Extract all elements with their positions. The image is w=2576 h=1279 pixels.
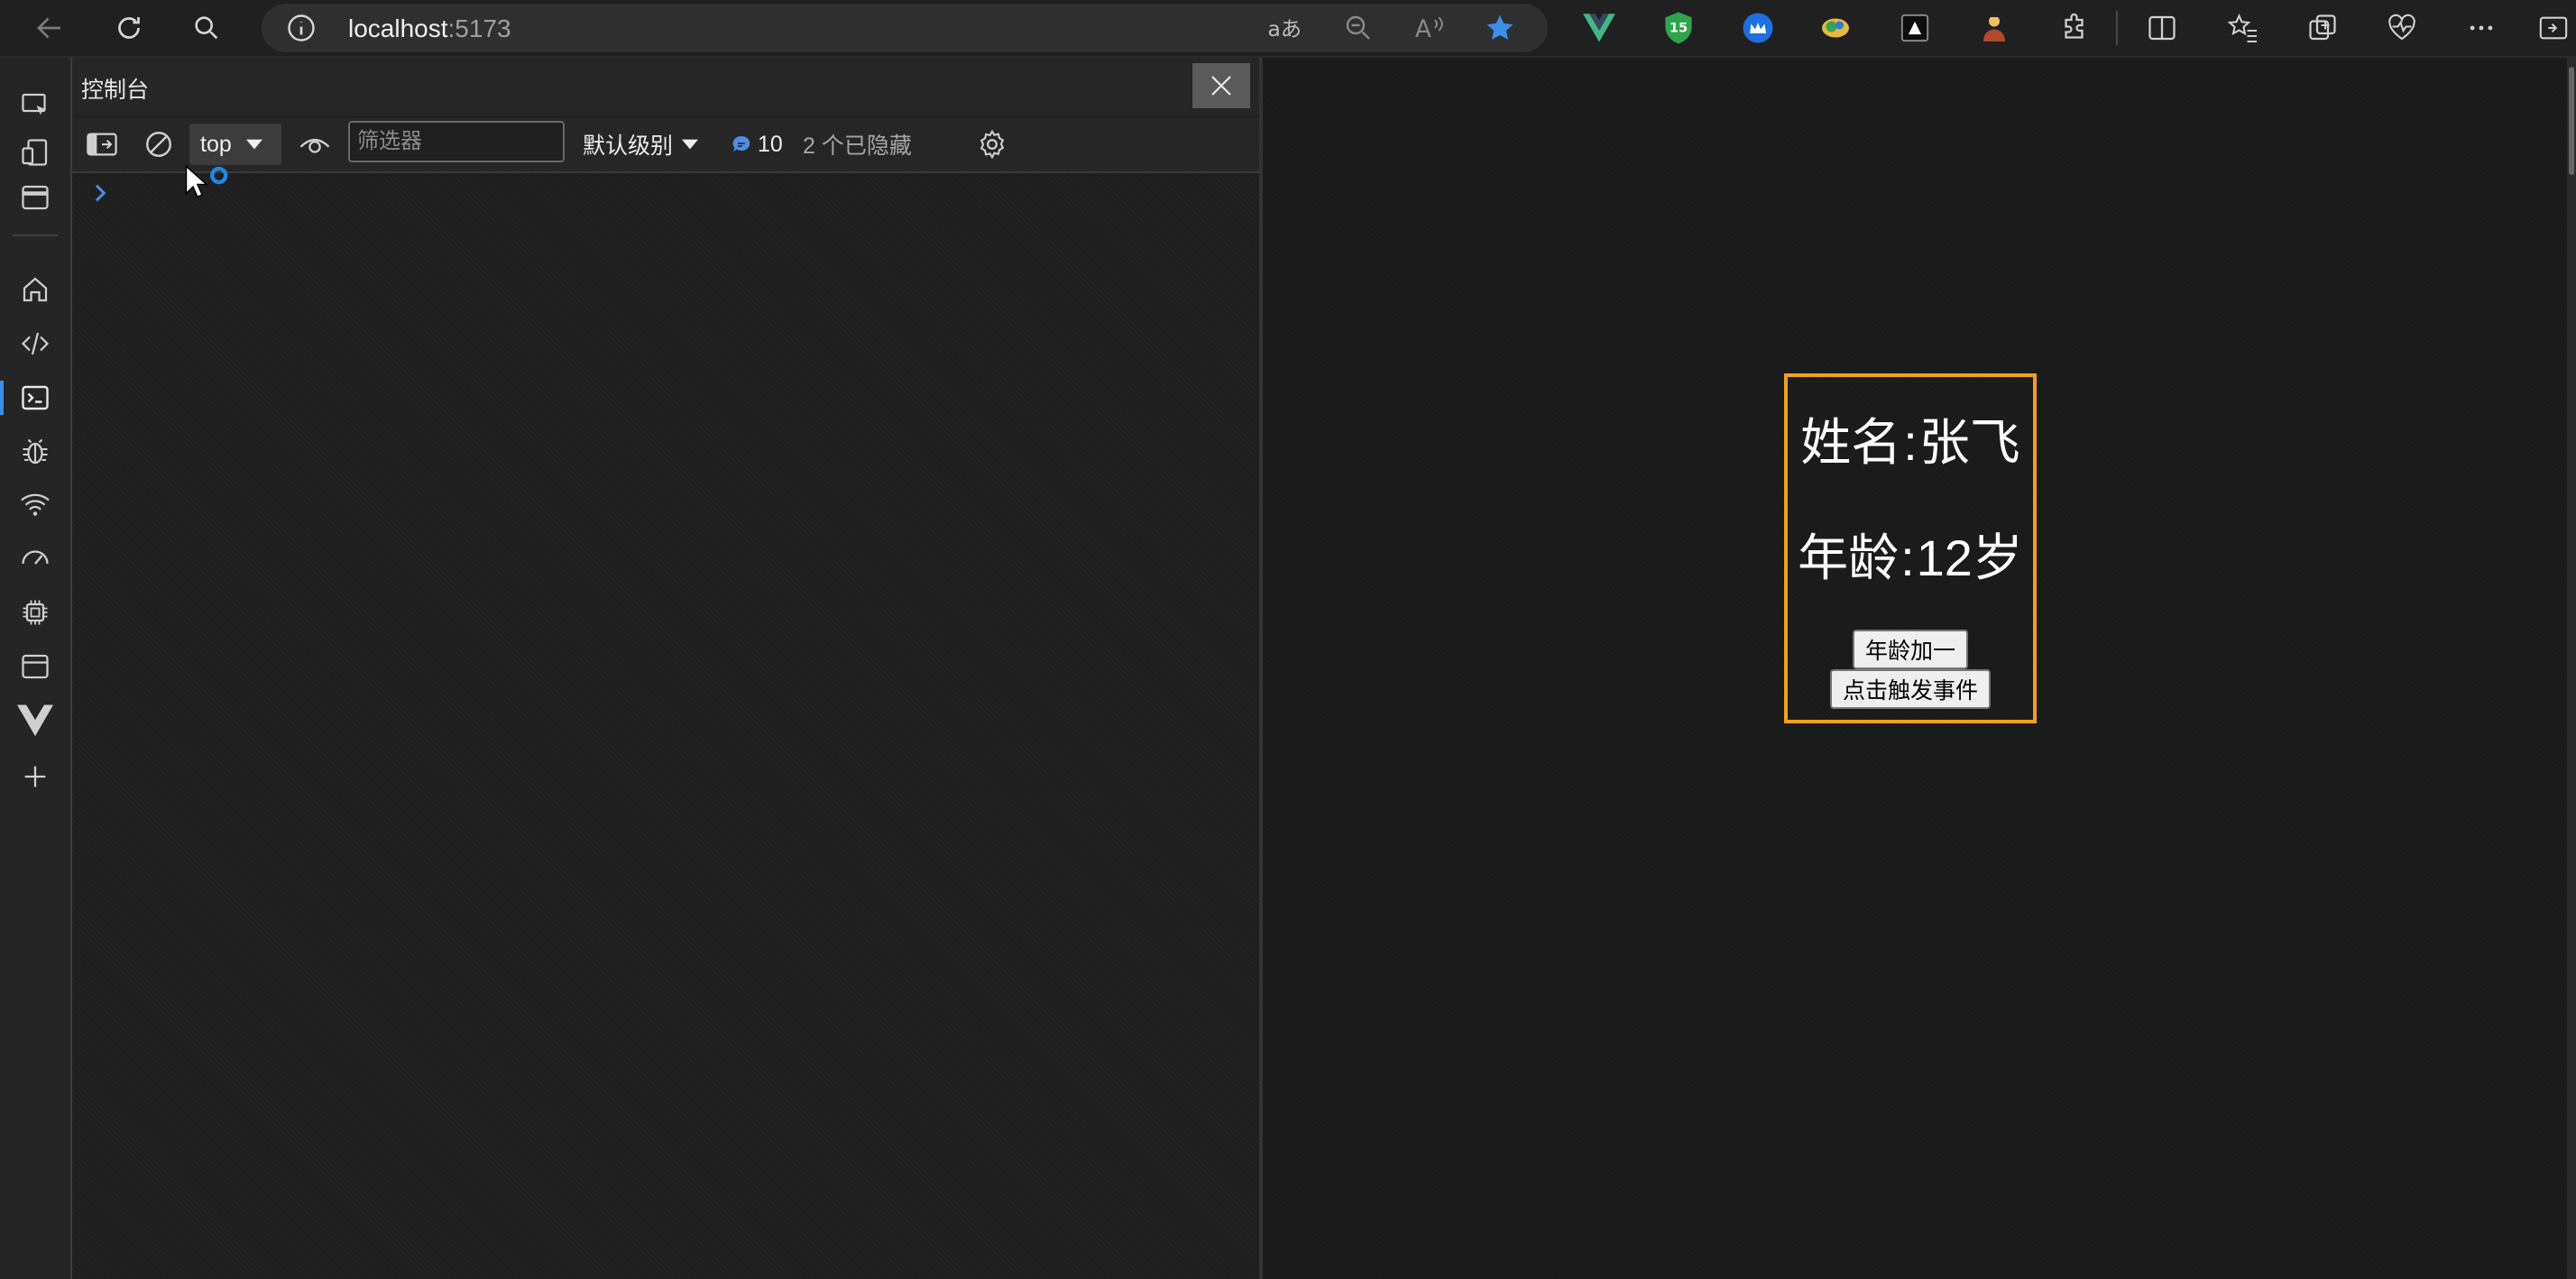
close-panel-button[interactable] (1192, 63, 1250, 108)
browser-essentials-icon[interactable] (2379, 5, 2424, 51)
memory-chip-icon[interactable] (13, 590, 58, 635)
name-line: 姓名:张飞 (1800, 414, 2020, 471)
vue-devtools-icon[interactable] (1577, 5, 1622, 51)
person-card: 姓名:张飞 年龄:12岁 年龄加一 点击触发事件 (1784, 373, 2037, 723)
vue-panel-icon[interactable] (13, 698, 58, 743)
favorite-star-icon[interactable] (1483, 12, 1517, 44)
crown-extension-icon[interactable] (1735, 5, 1780, 51)
device-emulation-icon[interactable] (13, 130, 58, 175)
translate-icon[interactable]: aあ (1266, 12, 1301, 44)
address-bar[interactable]: localhost:5173 aあ A (262, 4, 1548, 52)
age-line: 年龄:12岁 (1798, 529, 2023, 586)
log-level-dropdown[interactable]: 默认级别 (583, 126, 700, 162)
sources-bug-icon[interactable] (13, 429, 58, 474)
more-menu-icon[interactable] (2459, 5, 2504, 51)
inspect-element-icon[interactable] (13, 83, 58, 128)
svg-text:aあ: aあ (1267, 16, 1301, 41)
devtools-activity-bar (0, 58, 72, 1279)
console-panel: 控制台 top 默认级别 10 2 个已隐藏 (72, 58, 1259, 1279)
read-aloud-icon[interactable]: A (1412, 12, 1447, 44)
page-scrollbar[interactable] (2567, 58, 2576, 1279)
split-screen-icon[interactable] (2139, 5, 2185, 51)
collections-icon[interactable] (2300, 5, 2345, 51)
clear-console-icon[interactable] (143, 126, 175, 162)
url-host: localhost (348, 14, 448, 42)
name-value: 张飞 (1918, 414, 2020, 471)
add-tool-plus-icon[interactable] (13, 754, 58, 799)
close-icon (1211, 76, 1231, 96)
sidebar-toggle-icon[interactable] (2531, 5, 2576, 51)
favorites-list-icon[interactable] (2221, 5, 2266, 51)
url-text[interactable]: localhost:5173 (348, 14, 511, 43)
site-info-icon[interactable] (285, 12, 317, 44)
chevron-down-icon (682, 139, 699, 150)
chevron-down-icon (245, 139, 262, 150)
refresh-icon[interactable] (106, 5, 152, 51)
filter-input[interactable] (348, 121, 565, 162)
console-toolbar: top 默认级别 10 2 个已隐藏 (72, 117, 1259, 173)
console-icon[interactable] (0, 375, 58, 420)
url-port: :5173 (447, 14, 511, 42)
toolbar-separator (2116, 11, 2118, 45)
extension-badge-text: 15 (1670, 20, 1688, 35)
context-select[interactable]: top (189, 124, 281, 165)
message-bubble-icon (732, 135, 750, 152)
hidden-count-label: 2 个已隐藏 (803, 133, 912, 159)
message-count-badge[interactable]: 10 (731, 126, 783, 162)
performance-gauge-icon[interactable] (13, 536, 58, 581)
back-arrow-icon[interactable] (27, 5, 72, 51)
application-panel-icon[interactable] (13, 644, 58, 689)
dock-panel-icon[interactable] (13, 175, 58, 220)
panel-title: 控制台 (81, 78, 150, 103)
age-label: 年龄 (1798, 529, 1900, 586)
elements-code-icon[interactable] (13, 321, 58, 366)
activity-separator (13, 235, 58, 236)
welcome-home-icon[interactable] (13, 267, 58, 312)
toggle-sidebar-icon[interactable] (85, 126, 119, 162)
mouse-cursor-icon (184, 164, 229, 209)
log-level-label: 默认级别 (583, 133, 674, 159)
context-value: top (200, 131, 232, 157)
console-settings-gear-icon[interactable] (976, 126, 1008, 162)
person-extension-icon[interactable] (1972, 5, 2017, 51)
dark-extension-icon[interactable] (1892, 5, 1937, 51)
colorful-extension-icon[interactable] (1813, 5, 1858, 51)
panel-header: 控制台 (72, 58, 1259, 115)
extensions-puzzle-icon[interactable] (2053, 5, 2098, 51)
age-value: 12岁 (1916, 529, 2023, 586)
network-wifi-icon[interactable] (13, 482, 58, 527)
console-prompt-chevron-icon[interactable] (92, 182, 110, 204)
shield-15-icon[interactable]: 15 (1656, 5, 1701, 51)
live-expression-eye-icon[interactable] (298, 126, 332, 162)
trigger-event-button[interactable]: 点击触发事件 (1829, 669, 1992, 709)
console-output[interactable] (72, 173, 1259, 1279)
svg-text:A: A (1415, 16, 1431, 43)
name-label: 姓名 (1800, 414, 1902, 471)
age-plus-button[interactable]: 年龄加一 (1852, 630, 1969, 669)
message-count: 10 (758, 131, 783, 157)
zoom-out-icon[interactable] (1342, 12, 1375, 44)
browser-toolbar: localhost:5173 aあ A 15 (0, 0, 2576, 58)
search-icon[interactable] (184, 5, 229, 51)
